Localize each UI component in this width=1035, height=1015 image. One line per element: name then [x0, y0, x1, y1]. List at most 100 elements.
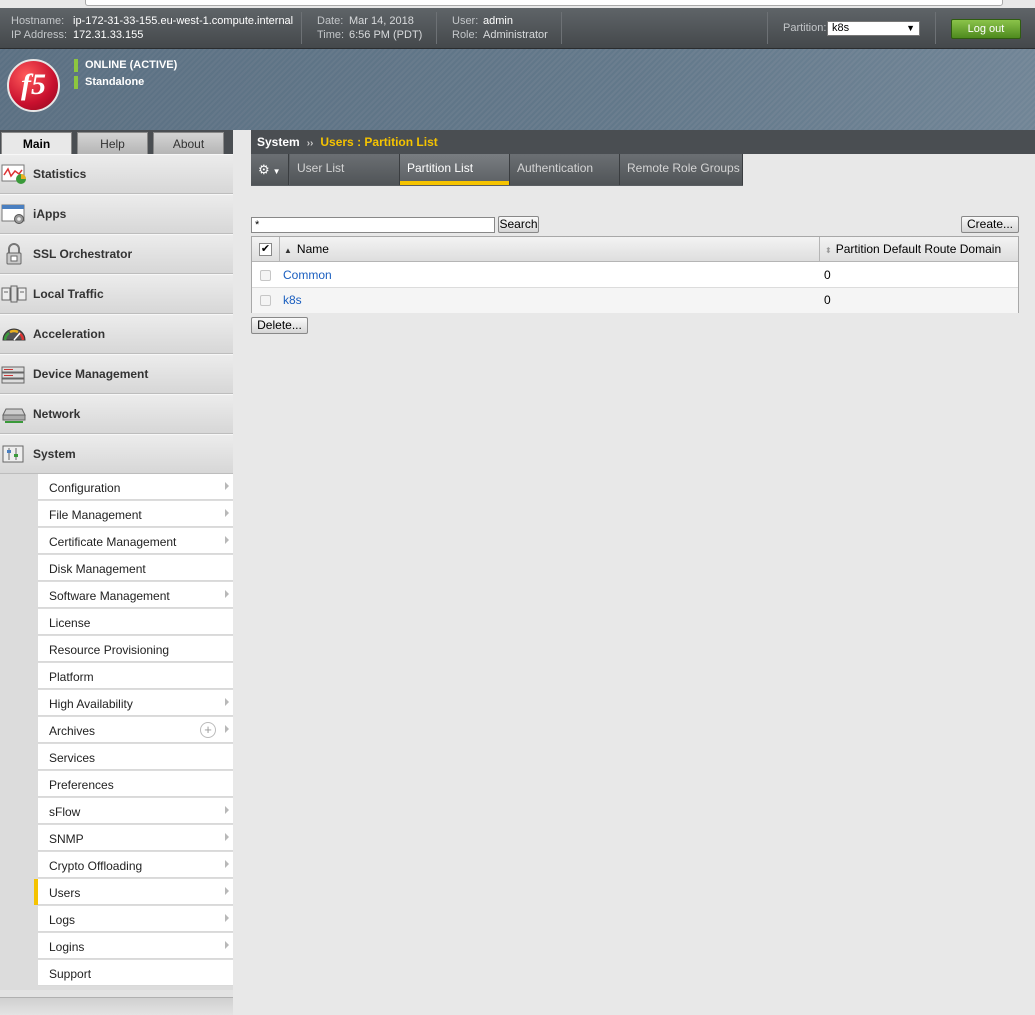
- column-header-name[interactable]: ▲ Name: [280, 237, 820, 262]
- partition-link[interactable]: k8s: [283, 288, 302, 313]
- subtab-partition-list[interactable]: Partition List: [400, 154, 510, 185]
- hostname-label: Hostname:: [11, 15, 65, 27]
- submenu-item-services[interactable]: Services: [38, 744, 233, 770]
- submenu-item-resource-provisioning[interactable]: Resource Provisioning: [38, 636, 233, 662]
- tab-about[interactable]: About: [153, 132, 224, 154]
- submenu-item-crypto-offloading[interactable]: Crypto Offloading: [38, 852, 233, 878]
- submenu-item-platform[interactable]: Platform: [38, 663, 233, 689]
- local-traffic-icon: [1, 285, 27, 303]
- submenu-item-label: Logins: [49, 940, 85, 954]
- nav-item-iapps[interactable]: iApps: [0, 194, 233, 234]
- submenu-item-label: Logs: [49, 913, 76, 927]
- submenu-item-preferences[interactable]: Preferences: [38, 771, 233, 797]
- partition-link[interactable]: Common: [283, 263, 332, 288]
- sub-tabs: ⚙ ▼ User List Partition List Authenticati…: [251, 154, 1035, 186]
- breadcrumb: System ›› Users : Partition List: [251, 130, 1035, 154]
- submenu-item-users[interactable]: Users: [34, 879, 233, 905]
- breadcrumb-separator: ››: [306, 138, 314, 149]
- submenu-item-license[interactable]: License: [38, 609, 233, 635]
- role-label: Role:: [452, 29, 478, 41]
- gear-menu-button[interactable]: ⚙ ▼: [251, 154, 289, 185]
- tab-help[interactable]: Help: [77, 132, 148, 154]
- main-content: Search Create... ✔ ▲ Name ⬍Partition Defa…: [251, 186, 1035, 1015]
- sort-asc-icon: ▲: [284, 246, 292, 255]
- header-divider: [935, 12, 936, 44]
- user-value: admin: [483, 15, 513, 27]
- nav-item-label: Device Management: [33, 367, 149, 381]
- chevron-right-icon: [225, 509, 229, 517]
- nav-collapsed-section[interactable]: [0, 997, 233, 1015]
- header-divider: [767, 12, 768, 44]
- chevron-right-icon: [225, 887, 229, 895]
- submenu-item-label: sFlow: [49, 805, 81, 819]
- breadcrumb-current: Users : Partition List: [320, 135, 438, 149]
- subtab-user-list[interactable]: User List: [290, 154, 400, 185]
- submenu-item-file-management[interactable]: File Management: [38, 501, 233, 527]
- nav-item-statistics[interactable]: Statistics: [0, 154, 233, 194]
- submenu-item-configuration[interactable]: Configuration: [38, 474, 233, 500]
- submenu-item-label: Resource Provisioning: [49, 643, 170, 657]
- browser-strip: [0, 0, 1035, 8]
- header-bar: Hostname: ip-172-31-33-155.eu-west-1.comp…: [0, 8, 1035, 49]
- subtab-remote-role-groups[interactable]: Remote Role Groups: [620, 154, 743, 185]
- submenu-item-sflow[interactable]: sFlow: [38, 798, 233, 824]
- create-button[interactable]: Create...: [961, 216, 1019, 233]
- search-input[interactable]: [251, 217, 495, 233]
- chevron-right-icon: [225, 914, 229, 922]
- nav-item-label: Network: [33, 407, 81, 421]
- nav-item-ssl-orchestrator[interactable]: SSL Orchestrator: [0, 234, 233, 274]
- nav-item-device-management[interactable]: Device Management: [0, 354, 233, 394]
- nav-item-network[interactable]: Network: [0, 394, 233, 434]
- browser-address-bar[interactable]: [85, 0, 1003, 6]
- nav-item-acceleration[interactable]: Acceleration: [0, 314, 233, 354]
- submenu-item-label: Software Management: [49, 589, 170, 603]
- partition-select[interactable]: k8s ▼: [827, 21, 920, 36]
- breadcrumb-root[interactable]: System: [257, 135, 300, 149]
- submenu-item-software-management[interactable]: Software Management: [38, 582, 233, 608]
- subtab-authentication[interactable]: Authentication: [510, 154, 620, 185]
- row-checkbox[interactable]: [260, 295, 271, 306]
- row-checkbox[interactable]: [260, 270, 271, 281]
- plus-icon[interactable]: +: [200, 722, 216, 738]
- sub-tabs-bar: ⚙ ▼ User List Partition List Authenticati…: [251, 154, 743, 186]
- submenu-item-logs[interactable]: Logs: [38, 906, 233, 932]
- submenu-item-support[interactable]: Support: [38, 960, 233, 986]
- header-divider: [561, 12, 562, 44]
- status-standalone: Standalone: [74, 76, 144, 89]
- nav-item-system[interactable]: System: [0, 434, 233, 474]
- submenu-item-label: High Availability: [49, 697, 133, 711]
- network-icon: [2, 408, 26, 423]
- table-row: Common 0: [252, 263, 1018, 288]
- nav-item-label: System: [33, 447, 76, 461]
- submenu-item-label: Support: [49, 967, 92, 981]
- chevron-right-icon: [225, 833, 229, 841]
- column-header-route-domain[interactable]: ⬍ Partition Default Route Domain: [820, 237, 1018, 262]
- table-row: k8s 0: [252, 288, 1018, 313]
- submenu-item-disk-management[interactable]: Disk Management: [38, 555, 233, 581]
- submenu-item-snmp[interactable]: SNMP: [38, 825, 233, 851]
- nav-item-label: iApps: [33, 207, 67, 221]
- nav-item-label: Acceleration: [33, 327, 106, 341]
- chevron-right-icon: [225, 536, 229, 544]
- select-all-checkbox[interactable]: ✔: [259, 243, 272, 256]
- f5-logo[interactable]: f5: [7, 59, 60, 112]
- column-header-label: Partition Default Route Domain: [835, 242, 1002, 256]
- device-management-icon: [1, 366, 25, 384]
- nav-item-local-traffic[interactable]: Local Traffic: [0, 274, 233, 314]
- delete-button[interactable]: Delete...: [251, 317, 308, 334]
- sort-icon: ⬍: [825, 246, 832, 255]
- submenu-item-certificate-management[interactable]: Certificate Management: [38, 528, 233, 554]
- select-all-header: ✔: [252, 237, 280, 262]
- partition-value: k8s: [832, 22, 850, 34]
- nav-item-label: Statistics: [33, 167, 87, 181]
- date-value: Mar 14, 2018: [349, 15, 414, 27]
- search-button[interactable]: Search: [498, 216, 539, 233]
- submenu-item-high-availability[interactable]: High Availability: [38, 690, 233, 716]
- nav-item-label: SSL Orchestrator: [33, 247, 133, 261]
- user-info: User: admin Role: Administrator: [452, 14, 548, 42]
- logout-button[interactable]: Log out: [951, 19, 1021, 39]
- submenu-item-logins[interactable]: Logins: [38, 933, 233, 959]
- user-label: User:: [452, 15, 479, 27]
- tab-main[interactable]: Main: [1, 132, 72, 154]
- submenu-item-archives[interactable]: Archives +: [38, 717, 233, 743]
